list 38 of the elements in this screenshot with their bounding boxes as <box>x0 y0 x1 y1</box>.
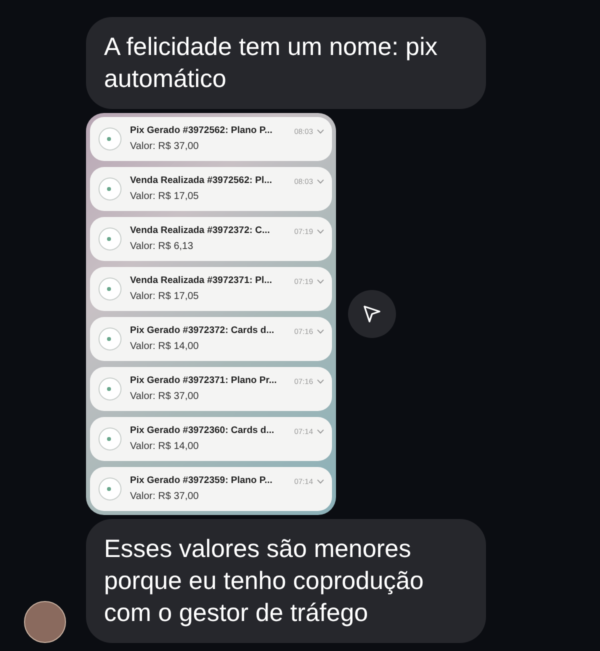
app-icon <box>98 327 122 351</box>
chevron-icon <box>317 179 324 184</box>
notification-title: Pix Gerado #3972371: Plano Pr... <box>130 374 278 388</box>
chevron-icon <box>317 379 324 384</box>
notification-title: Venda Realizada #3972562: Pl... <box>130 174 274 188</box>
message-bubble: Esses valores são menores porque eu tenho coprodução com o gestor de tráfego <box>86 519 486 643</box>
notification-value: Valor: R$ 14,00 <box>130 340 200 354</box>
notification-value: Valor: R$ 17,05 <box>130 290 200 304</box>
notification-title: Pix Gerado #3972360: Cards d... <box>130 424 276 438</box>
notification-title: Pix Gerado #3972359: Plano P... <box>130 474 274 488</box>
notification-title: Venda Realizada #3972372: C... <box>130 224 271 238</box>
app-icon <box>98 427 122 451</box>
message-bubble: A felicidade tem um nome: pix automático <box>86 17 486 109</box>
notification-title: Venda Realizada #3972371: Pl... <box>130 274 274 288</box>
app-icon <box>98 277 122 301</box>
notification-value: Valor: R$ 17,05 <box>130 190 200 204</box>
app-icon <box>98 177 122 201</box>
notification-value: Valor: R$ 37,00 <box>130 390 200 404</box>
notification-title: Pix Gerado #3972562: Plano P... <box>130 124 274 138</box>
app-icon <box>98 227 122 251</box>
chevron-icon <box>317 279 324 284</box>
chevron-icon <box>317 429 324 434</box>
notification-value: Valor: R$ 14,00 <box>130 440 200 454</box>
app-icon <box>98 377 122 401</box>
notification-value: Valor: R$ 37,00 <box>130 140 200 154</box>
notification-title: Pix Gerado #3972372: Cards d... <box>130 324 276 338</box>
notification-value: Valor: R$ 6,13 <box>130 240 194 254</box>
notification-value: Valor: R$ 37,00 <box>130 490 200 504</box>
chevron-icon <box>317 329 324 334</box>
avatar[interactable] <box>24 601 66 643</box>
chevron-icon <box>317 229 324 234</box>
share-button[interactable] <box>348 290 396 338</box>
notifications-screenshot[interactable] <box>86 113 336 515</box>
send-icon <box>362 304 382 324</box>
app-icon <box>98 127 122 151</box>
chevron-icon <box>317 479 324 484</box>
chevron-icon <box>317 129 324 134</box>
app-icon <box>98 477 122 501</box>
